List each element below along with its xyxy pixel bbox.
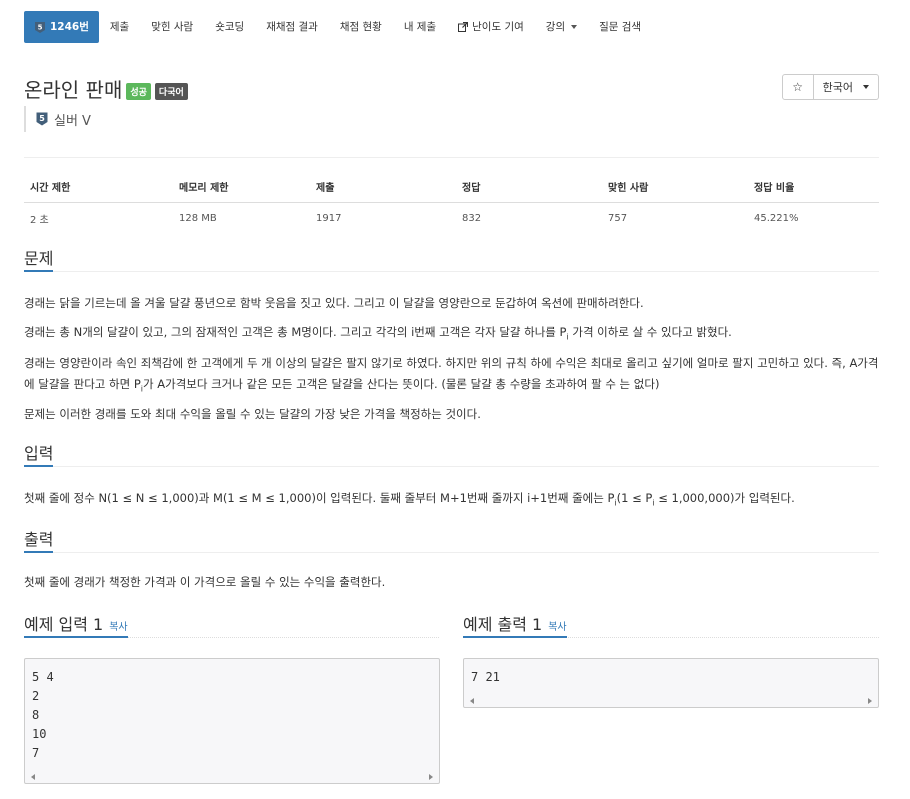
title-toolbar: ☆ 한국어 — [781, 74, 879, 100]
tab-label: 숏코딩 — [215, 21, 245, 33]
text: (1 ≤ P — [616, 491, 653, 505]
horizontal-scrollbar[interactable] — [26, 772, 438, 782]
divider — [24, 157, 879, 158]
text: 첫째 줄에 정수 N(1 ≤ N ≤ 1,000)과 M(1 ≤ M ≤ 1,0… — [24, 491, 615, 505]
header-ratio: 정답 비율 — [748, 175, 879, 203]
tab-problem[interactable]: 5 1246번 — [24, 11, 99, 43]
multilang-badge: 다국어 — [154, 83, 188, 100]
problem-paragraph: 경래는 닭을 기르는데 올 겨울 달걀 풍년으로 함박 웃음을 짓고 있다. 그… — [24, 296, 644, 310]
tab-label: 내 제출 — [403, 21, 437, 33]
horizontal-scrollbar[interactable] — [465, 696, 877, 706]
accepted-value: 832 — [462, 213, 482, 224]
header-accepted: 정답 — [456, 175, 602, 203]
tab-label: 재채점 결과 — [266, 21, 318, 33]
tab-question-search[interactable]: 질문 검색 — [588, 11, 652, 43]
tab-status[interactable]: 채점 현황 — [329, 11, 393, 43]
submissions-value: 1917 — [316, 213, 342, 224]
sample-output-text: 7 21 — [471, 670, 500, 684]
problem-title: 온라인 판매 — [24, 78, 123, 102]
star-icon: ☆ — [792, 80, 803, 94]
text: 가 A가격보다 크거나 같은 모든 고객은 달걀을 산다는 뜻이다. (물론 달… — [143, 377, 660, 391]
tab-label: 난이도 기여 — [472, 21, 524, 33]
svg-text:5: 5 — [38, 23, 43, 31]
problem-section-header: 문제 — [24, 245, 879, 272]
ratio-value: 45.221% — [754, 213, 799, 224]
copy-output-button[interactable]: 복사 — [548, 622, 566, 633]
success-badge: 성공 — [126, 83, 151, 100]
sample-input-text: 5 4 2 8 10 7 — [32, 670, 54, 760]
problem-paragraph: 문제는 이러한 경래를 도와 최대 수익을 올릴 수 있는 달걀의 가장 낮은 … — [24, 407, 481, 421]
table-row: 2 초 128 MB 1917 832 757 45.221% — [24, 203, 879, 235]
scroll-left-icon[interactable] — [470, 698, 474, 704]
table-header-row: 시간 제한 메모리 제한 제출 정답 맞힌 사람 정답 비율 — [24, 175, 879, 203]
problem-paragraph: 경래는 영양란이라 속인 죄책감에 한 고객에게 두 개 이상의 달걀은 팔지 … — [24, 353, 879, 399]
tab-label: 제출 — [109, 21, 130, 33]
output-section-header: 출력 — [24, 526, 879, 553]
section-title: 출력 — [24, 526, 54, 553]
tab-label: 채점 현황 — [339, 21, 382, 33]
sample-output-title-wrap: 예제 출력 1 복사 — [463, 611, 567, 638]
section-title: 입력 — [24, 440, 54, 467]
scroll-right-icon[interactable] — [868, 698, 872, 704]
tab-solvers[interactable]: 맞힌 사람 — [140, 11, 204, 43]
sample-output-box[interactable]: 7 21 — [463, 658, 879, 708]
text: 경래는 총 N개의 달걀이 있고, 그의 잠재적인 고객은 총 M명이다. 그리… — [24, 325, 567, 339]
header-time-limit: 시간 제한 — [24, 175, 173, 203]
tab-label: 강의 — [545, 21, 566, 33]
problem-nav-tabs: 5 1246번 제출 맞힌 사람 숏코딩 재채점 결과 채점 현황 내 제출 난… — [24, 11, 652, 43]
header-solvers: 맞힌 사람 — [602, 175, 748, 203]
problem-title-row: 온라인 판매 성공 다국어 — [24, 74, 188, 103]
external-link-icon — [458, 22, 469, 32]
sample-input-box[interactable]: 5 4 2 8 10 7 — [24, 658, 440, 784]
favorite-button[interactable]: ☆ — [781, 74, 814, 100]
output-paragraph: 첫째 줄에 경래가 책정한 가격과 이 가격으로 올릴 수 있는 수익을 출력한… — [24, 575, 386, 589]
tab-submit[interactable]: 제출 — [99, 11, 140, 43]
sample-input-header: 예제 입력 1 복사 — [24, 611, 439, 638]
copy-input-button[interactable]: 복사 — [109, 622, 127, 633]
scroll-right-icon[interactable] — [429, 774, 433, 780]
header-memory-limit: 메모리 제한 — [173, 175, 310, 203]
tab-difficulty-contribute[interactable]: 난이도 기여 — [447, 11, 535, 43]
tab-label: 질문 검색 — [599, 21, 642, 33]
tab-problem-label: 1246번 — [50, 21, 89, 33]
sample-input-title: 예제 입력 1 — [24, 615, 104, 634]
language-label: 한국어 — [822, 81, 853, 94]
tab-lectures[interactable]: 강의 — [535, 11, 588, 43]
language-select[interactable]: 한국어 — [813, 74, 879, 100]
problem-info-table: 시간 제한 메모리 제한 제출 정답 맞힌 사람 정답 비율 2 초 128 M… — [24, 175, 879, 234]
caret-down-icon — [571, 25, 578, 29]
tier-indicator: 5 실버 V — [24, 106, 91, 132]
tab-rejudge[interactable]: 재채점 결과 — [255, 11, 329, 43]
tab-my-submissions[interactable]: 내 제출 — [393, 11, 447, 43]
tab-short-coding[interactable]: 숏코딩 — [204, 11, 255, 43]
time-limit-value: 2 초 — [30, 215, 49, 226]
text: 가격 이하로 살 수 있다고 밝혔다. — [568, 325, 732, 339]
silver-tier-icon: 5 — [36, 112, 48, 126]
memory-limit-value: 128 MB — [179, 213, 217, 224]
solvers-value: 757 — [608, 213, 628, 224]
sample-input-title-wrap: 예제 입력 1 복사 — [24, 611, 128, 638]
tab-label: 맞힌 사람 — [151, 21, 194, 33]
input-section-header: 입력 — [24, 440, 879, 467]
caret-down-icon — [863, 85, 869, 89]
text: ≤ 1,000,000)가 입력된다. — [654, 491, 795, 505]
silver-tier-icon: 5 — [35, 21, 45, 33]
sample-output-title: 예제 출력 1 — [463, 615, 543, 634]
tier-label: 실버 V — [54, 113, 91, 129]
header-submissions: 제출 — [310, 175, 456, 203]
input-paragraph: 첫째 줄에 정수 N(1 ≤ N ≤ 1,000)과 M(1 ≤ M ≤ 1,0… — [24, 488, 879, 513]
svg-text:5: 5 — [39, 114, 45, 123]
section-title: 문제 — [24, 245, 54, 272]
problem-paragraph: 경래는 총 N개의 달걀이 있고, 그의 잠재적인 고객은 총 M명이다. 그리… — [24, 322, 879, 347]
sample-output-header: 예제 출력 1 복사 — [463, 611, 879, 638]
scroll-left-icon[interactable] — [31, 774, 35, 780]
